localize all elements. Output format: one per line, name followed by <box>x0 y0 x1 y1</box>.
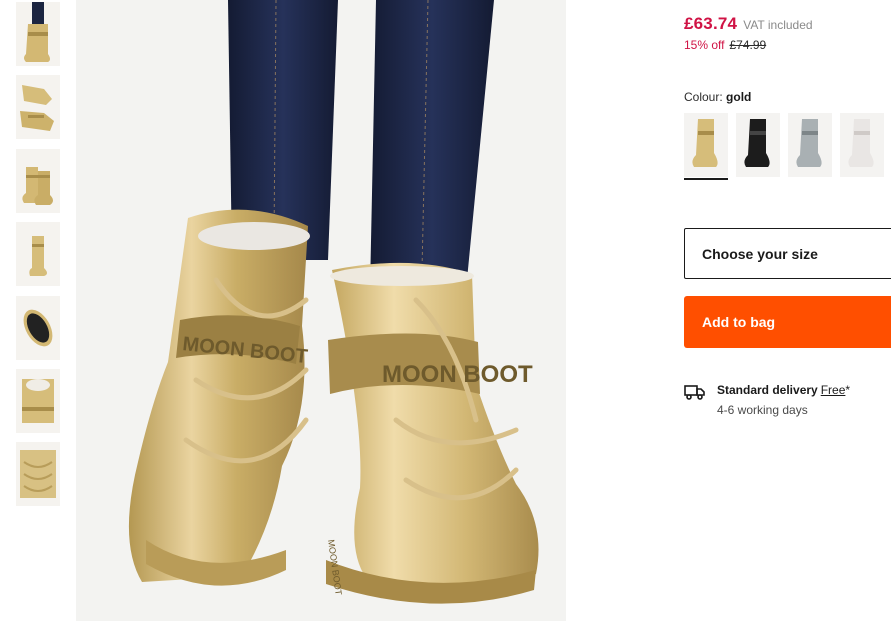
colour-value: gold <box>726 90 752 104</box>
swatch-white[interactable] <box>840 113 884 177</box>
swatch-gold[interactable] <box>684 113 728 177</box>
thumbnail-sole-view[interactable] <box>16 296 60 360</box>
vat-note: VAT included <box>743 18 813 32</box>
delivery-time: 4-6 working days <box>717 403 808 417</box>
swatch-black[interactable] <box>736 113 780 177</box>
add-to-bag-label: Add to bag <box>702 314 776 330</box>
add-to-bag-button[interactable]: Add to bag <box>684 296 891 348</box>
delivery-info: Standard delivery Free* 4-6 working days <box>684 382 891 422</box>
delivery-asterisk: * <box>845 383 851 397</box>
colour-swatches <box>684 113 891 183</box>
discount-label: 15% off <box>684 38 725 52</box>
thumbnail-top-view[interactable] <box>16 369 60 433</box>
size-select[interactable]: Choose your size <box>684 228 891 279</box>
product-info-panel: £63.74 VAT included 15% off £74.99 Colour:… <box>684 0 891 621</box>
thumbnail-detail-view[interactable] <box>16 442 60 506</box>
swatch-selected-indicator <box>684 178 728 180</box>
colour-label-row: Colour: gold <box>684 90 751 104</box>
discount-row: 15% off £74.99 <box>684 38 766 52</box>
thumbnail-pair-lying[interactable] <box>16 75 60 139</box>
thumbnail-pair-side[interactable] <box>16 149 60 213</box>
delivery-title-row: Standard delivery Free* <box>717 383 850 397</box>
thumbnail-single-side[interactable] <box>16 222 60 286</box>
swatch-silver[interactable] <box>788 113 832 177</box>
thumbnail-front-view[interactable] <box>16 2 60 66</box>
moon-boot-illustration: MOON BOOT MOON BOOT MOON BOOT <box>76 0 566 621</box>
price-row: £63.74 VAT included <box>684 14 813 34</box>
size-select-placeholder: Choose your size <box>702 246 818 262</box>
was-price: £74.99 <box>729 38 767 52</box>
product-main-image[interactable]: MOON BOOT MOON BOOT MOON BOOT <box>76 0 566 621</box>
delivery-free-link[interactable]: Free <box>821 383 846 397</box>
brand-text-right: MOON BOOT <box>382 361 533 388</box>
current-price: £63.74 <box>684 14 738 33</box>
delivery-truck-icon <box>684 385 705 400</box>
colour-label: Colour: <box>684 90 723 104</box>
delivery-title: Standard delivery <box>717 383 818 397</box>
